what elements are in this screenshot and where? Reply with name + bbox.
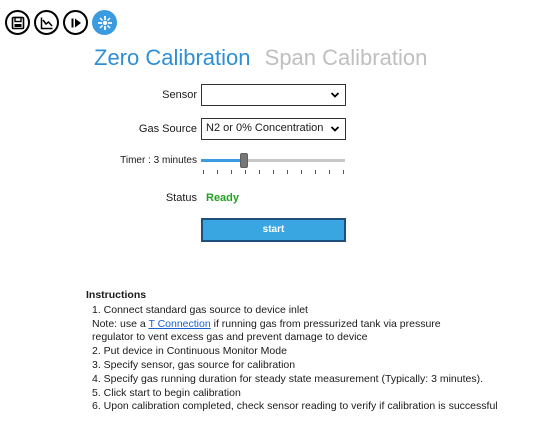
instructions: Instructions 1. Connect standard gas sou…: [86, 289, 498, 414]
instruction-note-line: regulator to vent excess gas and prevent…: [92, 331, 368, 344]
instructions-title: Instructions: [86, 289, 147, 301]
calibration-icon: [97, 15, 112, 30]
instruction-step: 3. Specify sensor, gas source for calibr…: [92, 358, 296, 371]
chevron-down-icon: [330, 92, 340, 98]
slider-tick: [273, 170, 274, 174]
play-icon: [71, 18, 81, 27]
slider-tick: [287, 170, 288, 174]
tab-zero-calibration[interactable]: Zero Calibration: [94, 45, 251, 71]
status-value: Ready: [206, 192, 240, 204]
save-icon: [11, 16, 24, 29]
gas-source-label: Gas Source: [138, 123, 197, 135]
slider-tick: [343, 170, 344, 174]
instruction-step: 2. Put device in Continuous Monitor Mode: [92, 345, 287, 358]
timer-slider-thumb[interactable]: [240, 153, 249, 168]
note-text: if running gas from pressurized tank via…: [210, 317, 441, 330]
slider-tick: [329, 170, 330, 174]
slider-tick: [301, 170, 302, 174]
timer-slider-track: [244, 159, 345, 162]
chart-icon: [40, 17, 53, 29]
timer-label: Timer : 3 minutes: [120, 155, 197, 166]
save-button[interactable]: [5, 10, 30, 35]
calibration-button[interactable]: [92, 10, 117, 35]
instruction-step: 5. Click start to begin calibration: [92, 386, 241, 399]
slider-tick: [217, 170, 218, 174]
slider-tick: [245, 170, 246, 174]
tab-span-calibration[interactable]: Span Calibration: [265, 45, 428, 71]
instruction-step: 4. Specify gas running duration for stea…: [92, 372, 484, 385]
status-label: Status: [165, 192, 197, 204]
chevron-down-icon: [330, 126, 340, 132]
instruction-step: 1. Connect standard gas source to device…: [92, 303, 308, 316]
sensor-select[interactable]: [201, 84, 346, 106]
instruction-step: 6. Upon calibration completed, check sen…: [92, 400, 498, 413]
note-text: Note: use a: [92, 317, 149, 330]
gas-source-select[interactable]: N2 or 0% Concentration: [201, 118, 346, 140]
gas-source-select-value: N2 or 0% Concentration: [206, 122, 324, 134]
t-connection-link[interactable]: T Connection: [148, 318, 210, 330]
calibration-tabs: Zero Calibration Span Calibration: [94, 45, 435, 71]
start-button[interactable]: start: [201, 218, 346, 242]
chart-button[interactable]: [34, 10, 59, 35]
slider-tick: [259, 170, 260, 174]
toolbar: [5, 10, 117, 35]
sensor-label: Sensor: [162, 89, 197, 101]
timer-slider-fill: [201, 159, 245, 162]
slider-tick: [203, 170, 204, 174]
play-button[interactable]: [63, 10, 88, 35]
instruction-note: Note: use a T Connection if running gas …: [86, 318, 498, 332]
slider-tick: [315, 170, 316, 174]
slider-tick: [231, 170, 232, 174]
